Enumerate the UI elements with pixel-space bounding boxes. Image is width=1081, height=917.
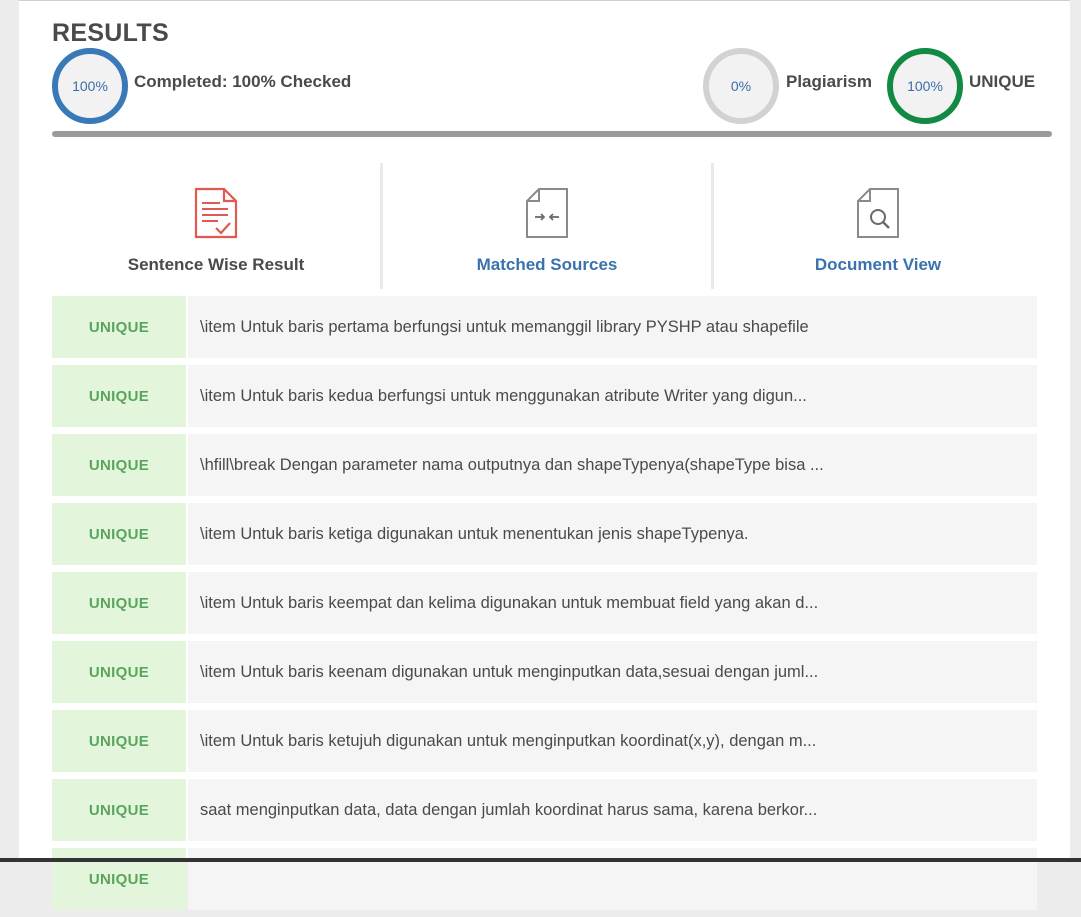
document-compare-icon [526,188,568,238]
result-row[interactable]: UNIQUE \hfill\break Dengan parameter nam… [52,434,1037,496]
sentence-text: \item Untuk baris keempat dan kelima dig… [188,572,1037,634]
sentence-text: \item Untuk baris ketiga digunakan untuk… [188,503,1037,565]
overall-progress-bar [52,131,1052,137]
tab-label: Sentence Wise Result [127,255,305,274]
unique-percent: 100% [907,78,943,94]
tab-sentence-wise-result[interactable]: Sentence Wise Result [52,163,380,289]
plagiarism-percent: 0% [730,78,752,94]
document-search-icon [857,188,899,238]
sentence-text: \item Untuk baris kedua berfungsi untuk … [188,365,1037,427]
completed-label: Completed: 100% Checked [134,72,352,91]
result-row[interactable]: UNIQUE saat menginputkan data, data deng… [52,779,1037,841]
document-check-icon [194,187,238,239]
completed-progress-ring: 100% [52,48,128,124]
sentence-text: \hfill\break Dengan parameter nama outpu… [188,434,1037,496]
plagiarism-label: Plagiarism [786,72,872,91]
unique-label: UNIQUE [969,72,1036,91]
status-badge: UNIQUE [52,434,186,496]
tab-label: Document View [814,255,942,274]
result-tabs: Sentence Wise Result Matched Sources Doc… [52,163,1042,289]
tab-label: Matched Sources [476,255,618,274]
plagiarism-progress-ring: 0% [703,48,779,124]
result-row[interactable]: UNIQUE \item Untuk baris kedua berfungsi… [52,365,1037,427]
sentence-text: saat menginputkan data, data dengan juml… [188,779,1037,841]
result-row[interactable]: UNIQUE \item Untuk baris ketiga digunaka… [52,503,1037,565]
status-badge: UNIQUE [52,710,186,772]
status-badge: UNIQUE [52,365,186,427]
result-row[interactable]: UNIQUE \item Untuk baris pertama berfung… [52,296,1037,358]
completed-percent: 100% [72,78,108,94]
result-row[interactable]: UNIQUE \item Untuk baris keempat dan kel… [52,572,1037,634]
status-badge: UNIQUE [52,572,186,634]
result-row[interactable]: UNIQUE \item Untuk baris keenam digunaka… [52,641,1037,703]
results-title: RESULTS [52,19,169,47]
sentence-text: \item Untuk baris pertama berfungsi untu… [188,296,1037,358]
sentence-text: \item Untuk baris ketujuh digunakan untu… [188,710,1037,772]
status-badge: UNIQUE [52,503,186,565]
status-badge: UNIQUE [52,296,186,358]
sentence-text: \item Untuk baris keenam digunakan untuk… [188,641,1037,703]
result-row[interactable]: UNIQUE \item Untuk baris ketujuh digunak… [52,710,1037,772]
window-bottom-edge [0,858,1081,862]
status-badge: UNIQUE [52,641,186,703]
sentence-results-list: UNIQUE \item Untuk baris pertama berfung… [52,296,1037,917]
results-panel: RESULTS 100% Completed: 100% Checked 0% … [19,0,1070,910]
status-badge: UNIQUE [52,779,186,841]
tab-matched-sources[interactable]: Matched Sources [380,163,711,289]
unique-progress-ring: 100% [887,48,963,124]
tab-document-view[interactable]: Document View [711,163,1042,289]
